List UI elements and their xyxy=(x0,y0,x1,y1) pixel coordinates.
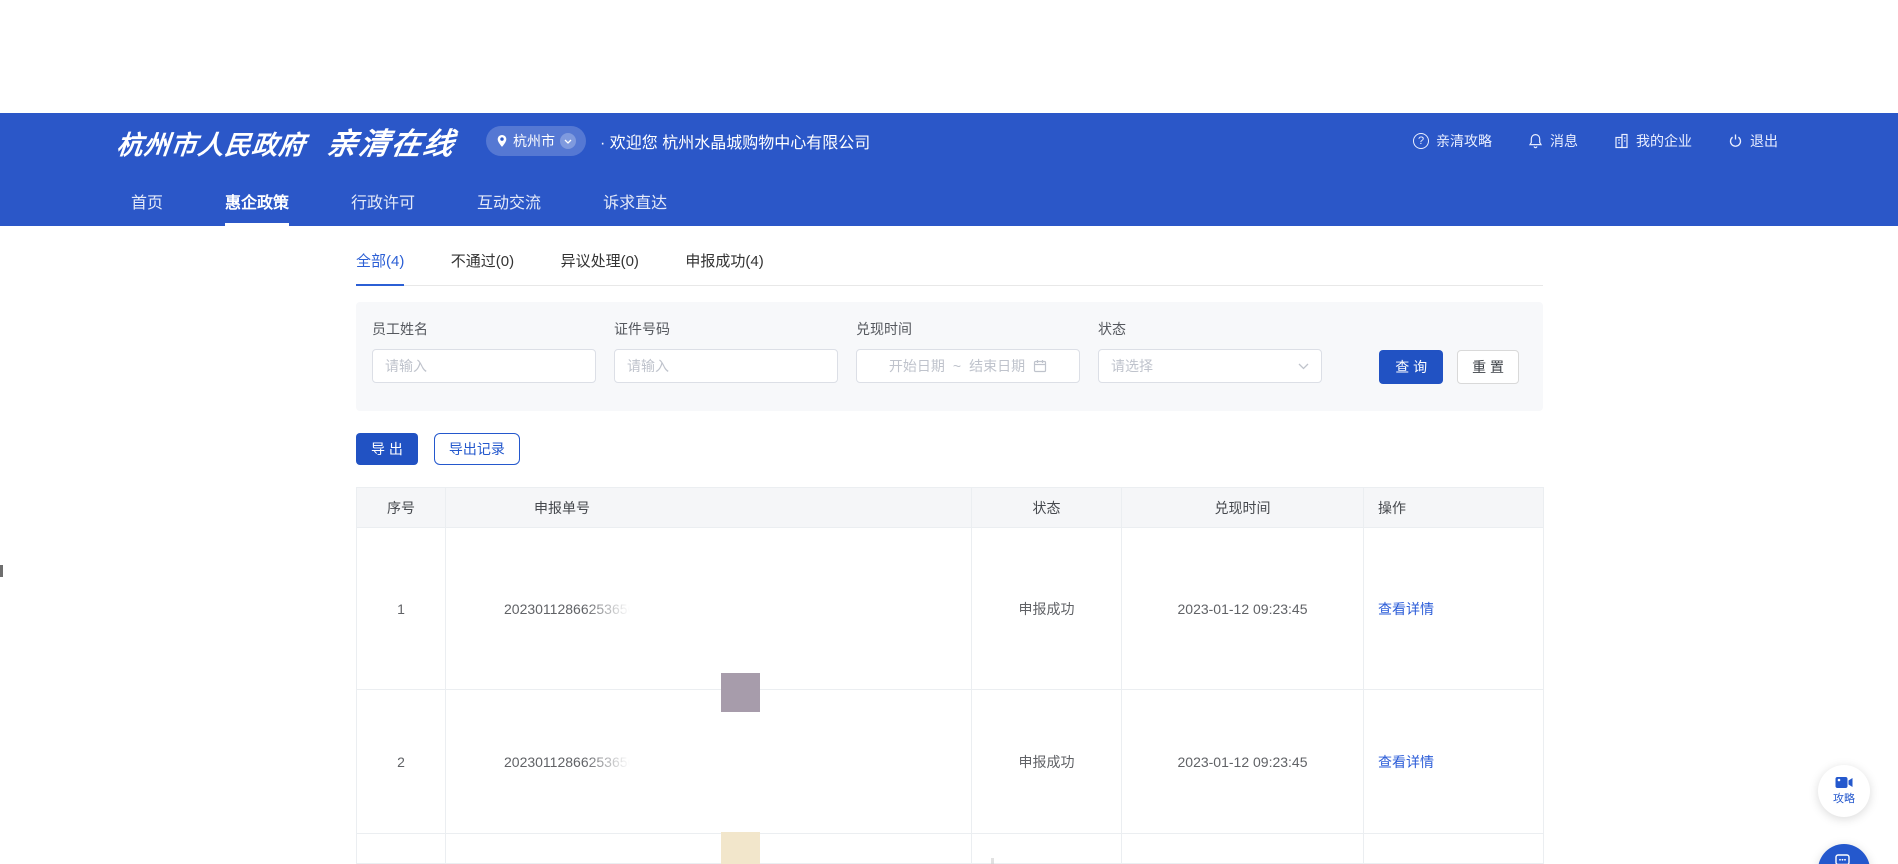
tab-all[interactable]: 全部(4) xyxy=(356,250,404,286)
table-row: 1 202301128662536567 申报成功 2023-01-12 09:… xyxy=(357,528,1544,690)
field-id-number: 证件号码 xyxy=(614,319,838,383)
menu-item-guide[interactable]: ? 亲清攻略 xyxy=(1413,131,1492,151)
header-menu: ? 亲清攻略 消息 我的企业 退出 xyxy=(1413,131,1778,151)
header: 杭州市人民政府 亲清在线 杭州市 · 欢迎您 杭州水晶城购物中心有限公司 ? 亲… xyxy=(0,113,1898,226)
status-label: 状态 xyxy=(1098,319,1322,339)
reset-button[interactable]: 重 置 xyxy=(1457,350,1519,384)
id-number-label: 证件号码 xyxy=(614,319,838,339)
row-status: 申报成功 xyxy=(972,528,1122,690)
table-row-partial xyxy=(357,834,1544,864)
status-select[interactable]: 请选择 xyxy=(1098,349,1322,383)
field-redeem-time: 兑现时间 开始日期 ~ 结束日期 xyxy=(856,319,1080,383)
redaction-block xyxy=(721,832,760,864)
column-index: 序号 xyxy=(357,488,446,528)
menu-my-company-label: 我的企业 xyxy=(1636,131,1692,151)
menu-messages-label: 消息 xyxy=(1550,131,1578,151)
welcome-text: · 欢迎您 杭州水晶城购物中心有限公司 xyxy=(600,129,870,153)
nav-item-appeals[interactable]: 诉求直达 xyxy=(603,189,667,226)
floating-guide-button[interactable]: 攻略 xyxy=(1818,765,1870,817)
view-detail-link[interactable]: 查看详情 xyxy=(1378,601,1434,617)
row-status: 申报成功 xyxy=(972,690,1122,834)
number-fade-overlay xyxy=(583,599,645,619)
row-redeem-time: 2023-01-12 09:23:45 xyxy=(1122,690,1364,834)
menu-item-my-company[interactable]: 我的企业 xyxy=(1614,131,1692,151)
calendar-icon xyxy=(1033,359,1047,373)
logo-brand-text: 亲清在线 xyxy=(324,119,460,163)
redeem-time-label: 兑现时间 xyxy=(856,319,1080,339)
question-circle-icon: ? xyxy=(1413,133,1429,149)
floating-consult-button[interactable]: 咨询 xyxy=(1818,844,1870,864)
menu-item-messages[interactable]: 消息 xyxy=(1528,131,1578,151)
bell-icon xyxy=(1528,133,1543,149)
column-redeem-time: 兑现时间 xyxy=(1122,488,1364,528)
row-order-no: 202301128662536567 xyxy=(446,528,972,690)
tab-dispute[interactable]: 异议处理(0) xyxy=(561,250,639,284)
export-toolbar: 导 出 导出记录 xyxy=(356,433,1543,465)
filter-panel: 员工姓名 证件号码 兑现时间 开始日期 ~ 结束日期 状态 请选择 xyxy=(356,302,1543,411)
field-status: 状态 请选择 xyxy=(1098,319,1322,383)
location-selector[interactable]: 杭州市 xyxy=(486,126,586,156)
field-employee-name: 员工姓名 xyxy=(372,319,596,383)
edge-artifact xyxy=(0,565,3,577)
id-number-input[interactable] xyxy=(614,349,838,383)
records-table: 序号 申报单号 状态 兑现时间 操作 1 202301128662536567 … xyxy=(356,487,1544,864)
chat-bubble-icon xyxy=(1835,854,1853,864)
menu-guide-label: 亲清攻略 xyxy=(1436,131,1492,151)
column-actions: 操作 xyxy=(1364,488,1544,528)
header-top-row: 杭州市人民政府 亲清在线 杭州市 · 欢迎您 杭州水晶城购物中心有限公司 ? 亲… xyxy=(0,113,1898,169)
status-tabs: 全部(4) 不通过(0) 异议处理(0) 申报成功(4) xyxy=(356,250,1543,286)
nav-item-policies[interactable]: 惠企政策 xyxy=(225,189,289,226)
floating-guide-label: 攻略 xyxy=(1833,790,1855,806)
nav-item-interaction[interactable]: 互动交流 xyxy=(477,189,541,226)
search-button[interactable]: 查 询 xyxy=(1379,350,1443,384)
tab-success[interactable]: 申报成功(4) xyxy=(685,250,763,284)
nav-item-licensing[interactable]: 行政许可 xyxy=(351,189,415,226)
number-fade-overlay xyxy=(583,752,645,772)
site-logo: 杭州市人民政府 亲清在线 xyxy=(117,119,456,163)
scan-smudge xyxy=(991,858,994,864)
building-icon xyxy=(1614,133,1629,149)
column-order-no: 申报单号 xyxy=(446,488,972,528)
main-nav: 首页 惠企政策 行政许可 互动交流 诉求直达 xyxy=(0,169,1898,226)
employee-name-label: 员工姓名 xyxy=(372,319,596,339)
menu-item-logout[interactable]: 退出 xyxy=(1728,131,1778,151)
date-range-separator: ~ xyxy=(953,358,961,374)
table-row: 2 202301128662536563 申报成功 2023-01-12 09:… xyxy=(357,690,1544,834)
row-index: 2 xyxy=(357,690,446,834)
export-button[interactable]: 导 出 xyxy=(356,433,418,465)
column-status: 状态 xyxy=(972,488,1122,528)
export-records-button[interactable]: 导出记录 xyxy=(434,433,520,465)
filter-buttons: 查 询 重 置 xyxy=(1379,350,1519,384)
date-range-picker[interactable]: 开始日期 ~ 结束日期 xyxy=(856,349,1080,383)
location-label: 杭州市 xyxy=(513,131,555,151)
select-arrow-icon xyxy=(1298,363,1309,370)
nav-item-home[interactable]: 首页 xyxy=(131,189,163,226)
row-index: 1 xyxy=(357,528,446,690)
status-placeholder: 请选择 xyxy=(1111,356,1153,376)
video-camera-icon xyxy=(1835,776,1853,789)
location-pin-icon xyxy=(496,134,508,148)
chevron-down-icon xyxy=(560,133,576,149)
view-detail-link[interactable]: 查看详情 xyxy=(1378,754,1434,770)
menu-logout-label: 退出 xyxy=(1750,131,1778,151)
row-order-no: 202301128662536563 xyxy=(446,690,972,834)
row-redeem-time: 2023-01-12 09:23:45 xyxy=(1122,528,1364,690)
logo-government-text: 杭州市人民政府 xyxy=(115,125,308,162)
employee-name-input[interactable] xyxy=(372,349,596,383)
end-date-placeholder: 结束日期 xyxy=(969,356,1025,376)
redaction-block xyxy=(721,673,760,712)
power-icon xyxy=(1728,133,1743,149)
table-header-row: 序号 申报单号 状态 兑现时间 操作 xyxy=(357,488,1544,528)
start-date-placeholder: 开始日期 xyxy=(889,356,945,376)
tab-rejected[interactable]: 不通过(0) xyxy=(451,250,514,284)
